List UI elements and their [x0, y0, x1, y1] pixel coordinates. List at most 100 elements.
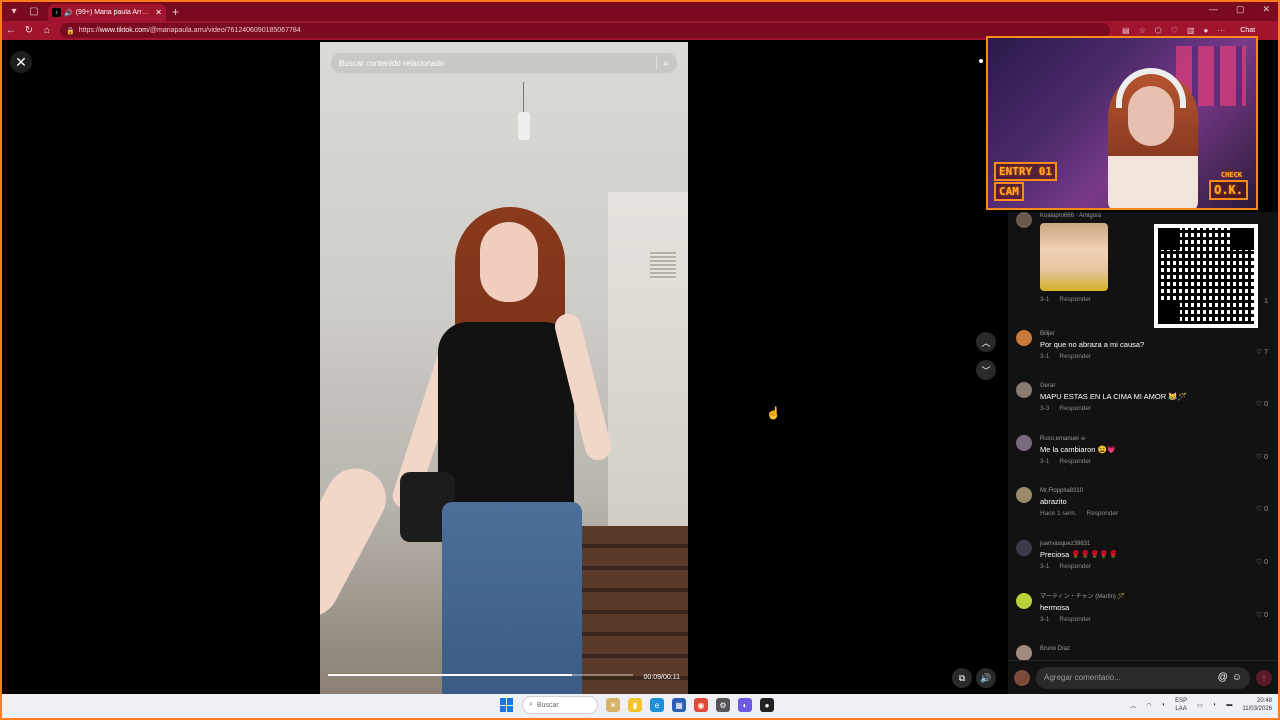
system-tray: ︿ ◠ ◖ ESP LAA ▭ ◗ ▬ 20:48 11/03/2026 [1130, 697, 1272, 713]
comment-username[interactable]: Mr.Floppita8310 [1040, 487, 1270, 496]
minimize-icon[interactable]: — [1209, 4, 1218, 15]
workspaces-icon[interactable]: ▢ [26, 4, 42, 20]
home-icon[interactable]: ⌂ [38, 25, 56, 36]
profile-icon[interactable]: ● [1203, 26, 1208, 35]
reply-button[interactable]: Responder [1059, 613, 1091, 627]
language-indicator[interactable]: ESP LAA [1175, 697, 1187, 713]
volume-icon[interactable]: 🔊 [976, 668, 996, 688]
new-tab-icon[interactable]: + [172, 5, 179, 19]
comment-date: 3-1 [1040, 353, 1050, 360]
avatar[interactable] [1016, 487, 1032, 503]
network-icon[interactable]: ▭ [1197, 702, 1203, 709]
maximize-icon[interactable]: ▢ [1236, 4, 1245, 15]
browser-tab[interactable]: ♪ 🔊 (99+) Maria paula Arrunategui ✕ [48, 4, 166, 21]
close-video-icon[interactable]: ✕ [10, 51, 32, 73]
lock-icon: 🔒 [66, 27, 75, 35]
webcam-overlay: ENTRY 01 CAM CHECK O.K. [986, 36, 1258, 210]
emoji-icon[interactable]: ☺ [1232, 672, 1242, 683]
reader-icon[interactable]: ▤ [1122, 26, 1130, 35]
video-progress-bar[interactable] [328, 674, 633, 676]
comment-username[interactable]: Koalapro666 · Amigo/a [1040, 212, 1270, 221]
chrome-icon[interactable]: ◉ [694, 698, 708, 712]
cam-entry-label: ENTRY 01 [994, 162, 1057, 181]
cam-label: CAM [994, 182, 1024, 201]
search-icon[interactable]: ⌕ [663, 58, 669, 69]
star-icon[interactable]: ☆ [1139, 26, 1146, 35]
comment-username[interactable]: Gerar [1040, 382, 1270, 391]
pip-icon[interactable]: ⧉ [952, 668, 972, 688]
previous-video-icon[interactable]: ︿ [976, 332, 996, 352]
tiktok-favicon-icon: ♪ [52, 8, 61, 17]
start-icon[interactable] [500, 698, 514, 712]
copilot-chat-button[interactable]: Chat [1240, 27, 1255, 34]
comment-username[interactable]: juanvasquez39631 [1040, 540, 1270, 549]
widgets-icon[interactable]: ☀ [606, 698, 620, 712]
store-icon[interactable]: ▦ [672, 698, 686, 712]
battery-icon[interactable]: ▬ [1226, 702, 1232, 708]
qr-code [1154, 224, 1258, 328]
send-icon[interactable]: ↑ [1256, 669, 1272, 686]
like-count[interactable]: ♡ 0 [1256, 505, 1268, 513]
tab-actions-icon[interactable]: ▾ [6, 4, 22, 20]
like-count[interactable]: 1 [1264, 298, 1268, 305]
avatar[interactable] [1016, 593, 1032, 609]
like-count[interactable]: ♡ 0 [1256, 453, 1268, 461]
comment-text: abrazito [1040, 497, 1067, 506]
clock[interactable]: 20:48 11/03/2026 [1242, 697, 1272, 713]
related-search-input[interactable]: Buscar contenido relacionado ⌕ [330, 52, 678, 74]
reply-button[interactable]: Responder [1059, 455, 1091, 469]
like-count[interactable]: ♡ 7 [1256, 348, 1268, 356]
collections-icon[interactable]: ▥ [1187, 26, 1195, 35]
video-progress-fill [328, 674, 572, 676]
discord-icon[interactable]: ◐ [738, 698, 752, 712]
edge-icon[interactable]: e [650, 698, 664, 712]
mouse-cursor-icon: ☝ [766, 406, 781, 420]
comment-text: Por que no abraza a mi causa? [1040, 340, 1145, 349]
windows-taskbar: ⌕ Buscar ☀ ▮ e ▦ ◉ ⚙ ◐ ● ︿ ◠ ◖ ESP LAA ▭ … [2, 694, 1278, 718]
search-icon: ⌕ [529, 701, 533, 708]
like-count[interactable]: ♡ 0 [1256, 611, 1268, 619]
next-video-icon[interactable]: ﹀ [976, 360, 996, 380]
comment-input[interactable]: Agregar comentario... @ ☺ [1036, 666, 1250, 689]
address-bar[interactable]: 🔒 https://www.tiktok.com/@mariapaula.arr… [60, 23, 1110, 38]
close-tab-icon[interactable]: ✕ [155, 8, 162, 17]
reply-button[interactable]: Responder [1059, 402, 1091, 416]
refresh-icon[interactable]: ↻ [20, 25, 38, 36]
more-dot-icon[interactable] [979, 59, 983, 63]
back-icon[interactable]: ← [2, 25, 20, 36]
file-explorer-icon[interactable]: ▮ [628, 698, 642, 712]
avatar[interactable] [1016, 435, 1032, 451]
reply-button[interactable]: Responder [1087, 507, 1119, 521]
browser-tools: ▤ ☆ ⬡ ♡ ▥ ● ··· Chat [1122, 26, 1255, 35]
favorites-icon[interactable]: ♡ [1171, 26, 1178, 35]
more-icon[interactable]: ··· [1217, 26, 1225, 35]
tab-title: (99+) Maria paula Arrunategui [75, 9, 153, 16]
like-count[interactable]: ♡ 0 [1256, 558, 1268, 566]
mention-icon[interactable]: @ [1218, 672, 1228, 683]
close-window-icon[interactable]: ✕ [1262, 4, 1270, 15]
comment-username[interactable]: Bruno Díaz [1040, 645, 1270, 654]
avatar[interactable] [1016, 382, 1032, 398]
taskbar-search[interactable]: ⌕ Buscar [522, 696, 598, 714]
comment-bar: Agregar comentario... @ ☺ ↑ [1008, 660, 1278, 694]
speaker-icon[interactable]: 🔊 [64, 9, 73, 17]
avatar[interactable] [1016, 540, 1032, 556]
reply-button[interactable]: Responder [1059, 293, 1091, 307]
obs-icon[interactable]: ● [760, 698, 774, 712]
wifi-icon[interactable]: ◠ [1146, 702, 1151, 709]
chevron-up-icon[interactable]: ︿ [1130, 701, 1136, 710]
settings-icon[interactable]: ⚙ [716, 698, 730, 712]
avatar[interactable] [1016, 212, 1032, 228]
video-player[interactable]: Buscar contenido relacionado ⌕ 00:09/00:… [320, 42, 688, 696]
comment-username[interactable]: マーティン・チャン (Martin) 🪄 [1040, 593, 1270, 602]
comment-username[interactable]: Billjer [1040, 330, 1270, 339]
speaker-icon[interactable]: ◖ [1161, 702, 1165, 708]
reply-button[interactable]: Responder [1059, 350, 1091, 364]
like-count[interactable]: ♡ 0 [1256, 400, 1268, 408]
extensions-icon[interactable]: ⬡ [1155, 26, 1162, 35]
avatar[interactable] [1016, 330, 1032, 346]
comment-username[interactable]: Ruso,emanuel ☠ [1040, 435, 1270, 444]
avatar[interactable] [1016, 645, 1032, 660]
volume-icon[interactable]: ◗ [1213, 702, 1217, 708]
reply-button[interactable]: Responder [1059, 560, 1091, 574]
